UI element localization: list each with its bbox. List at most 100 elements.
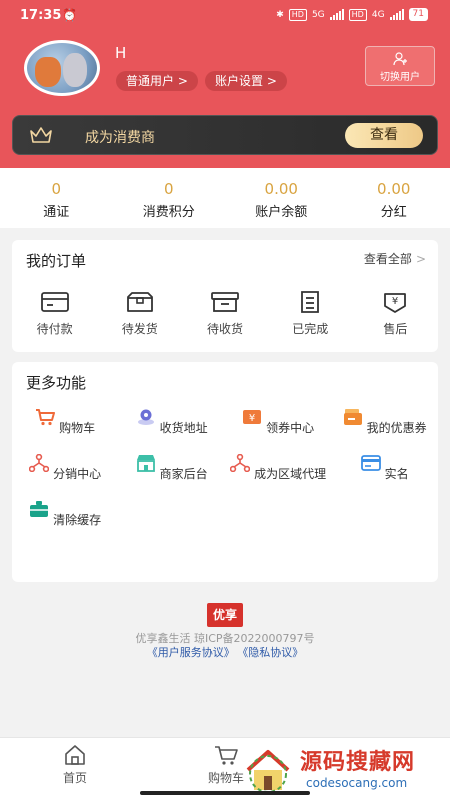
- func-label: 我的优惠券: [366, 421, 427, 435]
- home-icon: [65, 745, 85, 765]
- order-item-label: 售后: [383, 322, 408, 336]
- crown-icon: [30, 127, 52, 143]
- list-icon: [301, 291, 320, 313]
- functions-title: 更多功能: [26, 374, 87, 392]
- network-label-2: 4G: [371, 9, 385, 20]
- vip-banner[interactable]: 成为消费商 查看: [12, 115, 438, 155]
- status-time: 17:35: [20, 8, 62, 23]
- watermark-url: codesocang.com: [306, 776, 408, 790]
- order-after-sales[interactable]: ¥ 售后: [353, 290, 438, 337]
- stat-label: 消费积分: [142, 205, 195, 220]
- func-label: 领券中心: [266, 421, 315, 435]
- brand-logo: 优享: [207, 603, 243, 627]
- battery-indicator: 71: [408, 8, 428, 21]
- more-functions-card: 更多功能 购物车 收货地址 ¥ 领券中心 我的优惠券 分销中心 商家后台 成为区…: [12, 362, 438, 582]
- vip-text: 成为消费商: [85, 130, 155, 146]
- stat-points[interactable]: 0 消费积分: [113, 168, 226, 228]
- switch-user-icon: [393, 52, 407, 66]
- stat-token[interactable]: 0 通证: [0, 168, 113, 228]
- order-item-label: 待发货: [121, 322, 158, 336]
- order-item-label: 待收货: [207, 322, 244, 336]
- func-distribution-center[interactable]: 分销中心: [12, 453, 119, 482]
- orders-title: 我的订单: [26, 252, 87, 270]
- profile-header: 17:35 ⏰ ✱ HD 5G HD 4G 71 H 普通用户 > 账户设置 >…: [0, 0, 450, 168]
- after-sales-icon: ¥: [384, 293, 407, 313]
- stat-label: 分红: [380, 205, 407, 220]
- distribution-icon: [29, 453, 50, 473]
- watermark-title: 源码搜藏网: [300, 750, 416, 775]
- func-label: 收货地址: [159, 421, 208, 435]
- func-address[interactable]: 收货地址: [119, 408, 226, 436]
- avatar[interactable]: [24, 40, 100, 96]
- watermark-house-icon: [246, 750, 290, 793]
- stat-dividend[interactable]: 0.00 分红: [338, 168, 450, 228]
- status-bar: 17:35 ⏰ ✱ HD 5G HD 4G 71: [0, 0, 450, 32]
- order-status-row: 待付款 待发货 待收货 已完成 ¥ 售后: [12, 290, 438, 337]
- stat-value: 0.00: [264, 180, 298, 198]
- stat-label: 通证: [43, 205, 70, 220]
- account-settings-button[interactable]: 账户设置 >: [205, 71, 287, 91]
- clear-cache-icon: [30, 501, 49, 517]
- username: H: [115, 44, 127, 62]
- switch-user-label: 切换用户: [380, 72, 420, 83]
- cart-icon: [215, 746, 238, 765]
- home-indicator: [140, 791, 310, 795]
- tab-home[interactable]: 首页: [45, 744, 105, 786]
- chevron-right-icon: >: [415, 252, 426, 266]
- stat-balance[interactable]: 0.00 账户余额: [225, 168, 338, 228]
- view-all-orders-link[interactable]: 查看全部 >: [364, 250, 426, 267]
- my-coupon-icon: [343, 409, 362, 425]
- signal-icon-2: [389, 9, 404, 20]
- privacy-policy-link[interactable]: 《隐私协议》: [243, 646, 304, 659]
- tab-label: 购物车: [207, 771, 244, 785]
- agreement-links: 《用户服务协议》 《隐私协议》: [0, 644, 450, 660]
- hd-badge-2: HD: [348, 8, 367, 21]
- func-merchant-backend[interactable]: 商家后台: [119, 454, 226, 482]
- func-label: 分销中心: [53, 467, 102, 481]
- func-label: 购物车: [59, 421, 96, 435]
- func-label: 清除缓存: [53, 513, 102, 527]
- stat-value: 0: [163, 180, 174, 198]
- cart-icon: [36, 409, 56, 426]
- svg-text:¥: ¥: [392, 296, 398, 307]
- func-coupon-center[interactable]: ¥ 领券中心: [225, 408, 332, 436]
- user-agreement-link[interactable]: 《用户服务协议》: [147, 646, 235, 659]
- stat-value: 0: [51, 180, 62, 198]
- avatar-fox: [35, 57, 61, 87]
- order-completed[interactable]: 已完成: [268, 290, 353, 337]
- stat-label: 账户余额: [255, 205, 308, 220]
- vip-view-button[interactable]: 查看: [345, 123, 423, 148]
- order-pending-payment[interactable]: 待付款: [12, 290, 97, 337]
- store-icon: [136, 455, 155, 472]
- func-regional-agent[interactable]: 成为区域代理: [225, 453, 332, 482]
- order-pending-shipment[interactable]: 待发货: [97, 290, 182, 337]
- package-icon: [126, 292, 153, 312]
- inbox-icon: [211, 292, 239, 312]
- func-label: 成为区域代理: [254, 467, 327, 481]
- switch-user-button[interactable]: 切换用户: [365, 46, 435, 86]
- id-card-icon: [360, 455, 381, 471]
- coupon-center-icon: ¥: [243, 410, 262, 424]
- stats-bar: 0 通证 0 消费积分 0.00 账户余额 0.00 分红: [0, 168, 450, 228]
- func-my-coupons[interactable]: 我的优惠券: [332, 408, 439, 436]
- svg-text:¥: ¥: [249, 413, 255, 424]
- func-real-name[interactable]: 实名: [332, 454, 439, 482]
- func-clear-cache[interactable]: 清除缓存: [12, 500, 119, 528]
- order-pending-receipt[interactable]: 待收货: [182, 290, 267, 337]
- func-label: 商家后台: [159, 467, 208, 481]
- user-type-button[interactable]: 普通用户 >: [116, 71, 198, 91]
- wallet-icon: [40, 292, 69, 312]
- order-item-label: 已完成: [292, 322, 329, 336]
- functions-grid: 购物车 收货地址 ¥ 领券中心 我的优惠券 分销中心 商家后台 成为区域代理 实: [12, 408, 438, 528]
- regional-agent-icon: [230, 453, 251, 473]
- location-icon: [137, 409, 154, 425]
- func-cart[interactable]: 购物车: [12, 408, 119, 436]
- tab-label: 首页: [62, 771, 87, 785]
- avatar-bunny: [63, 53, 87, 87]
- alarm-icon: ⏰: [62, 8, 77, 22]
- func-label: 实名: [384, 467, 409, 481]
- status-indicators: ✱ HD 5G HD 4G 71: [276, 8, 428, 21]
- signal-icon-1: [329, 9, 344, 20]
- watermark: 源码搜藏网 codesocang.com: [242, 742, 442, 798]
- orders-card: 我的订单 查看全部 > 待付款 待发货 待收货 已完成 ¥ 售后: [12, 240, 438, 352]
